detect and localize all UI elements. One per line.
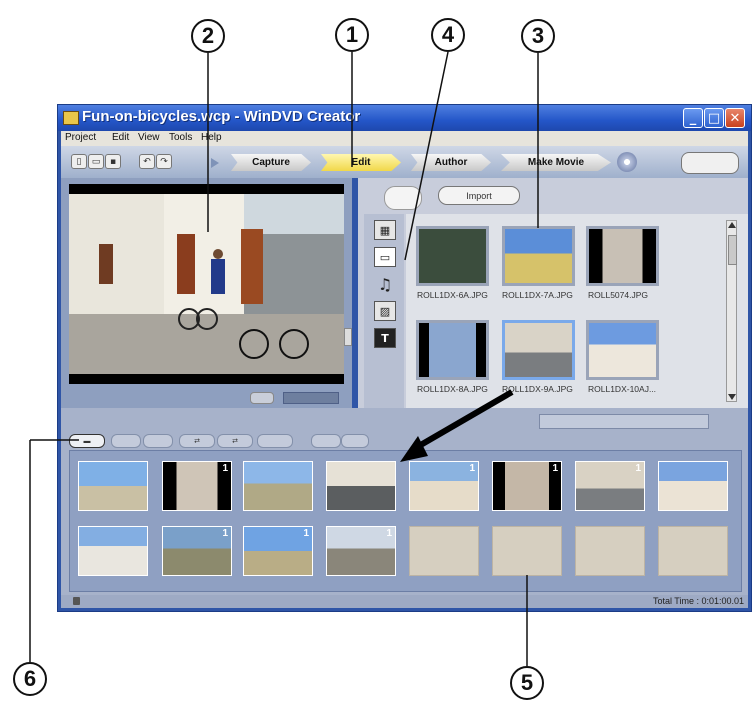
- callout-lines: [29, 51, 539, 666]
